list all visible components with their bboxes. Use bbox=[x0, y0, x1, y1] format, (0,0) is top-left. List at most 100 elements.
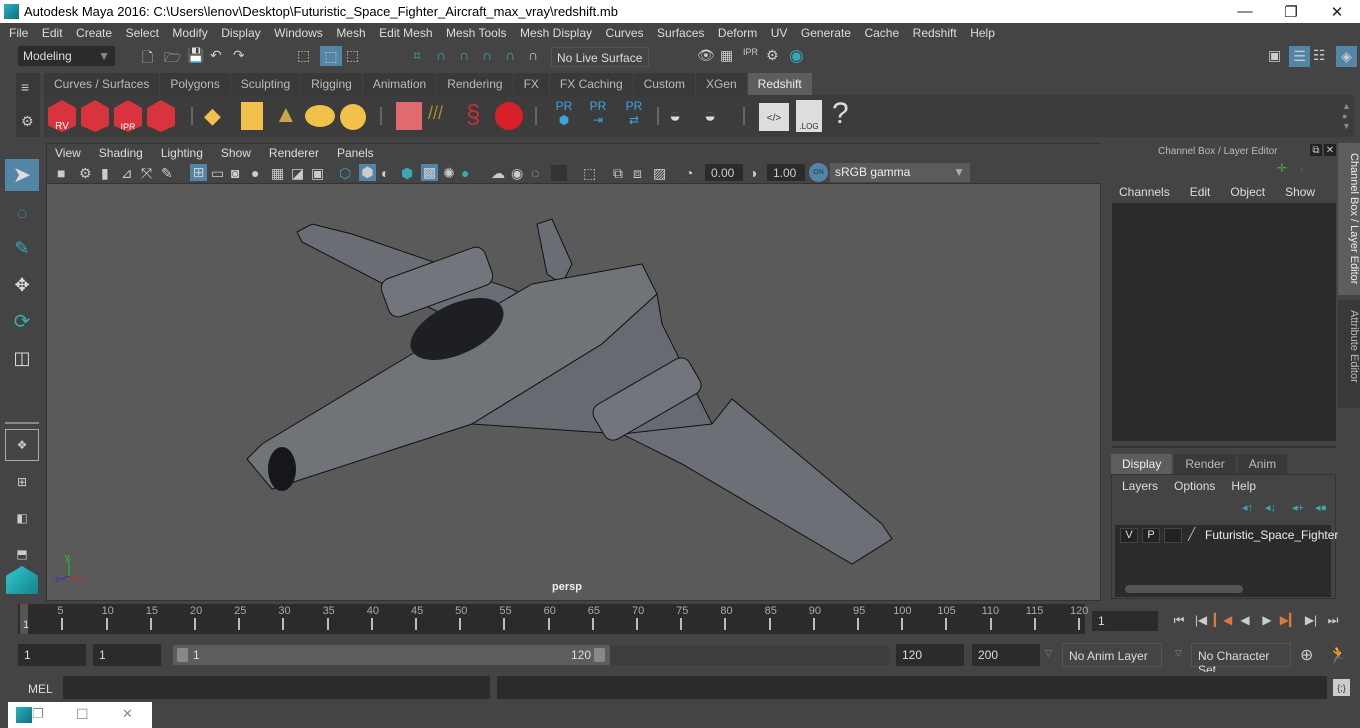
render-settings-icon[interactable]: ⚙ bbox=[766, 47, 779, 64]
redshift-batch-render-icon[interactable] bbox=[81, 100, 109, 132]
camera-icon[interactable]: ■ bbox=[57, 165, 65, 181]
layer-tab-display[interactable]: Display bbox=[1111, 454, 1173, 474]
viewport-menu-panels[interactable]: Panels bbox=[337, 146, 374, 160]
spot-light-icon[interactable]: ▲ bbox=[274, 101, 298, 129]
paint-select-tool-icon[interactable]: ✎ bbox=[5, 232, 39, 264]
bake-icon[interactable]: ◒ bbox=[704, 105, 716, 128]
viewport-panel[interactable]: View Shading Lighting Show Renderer Panels ■ … bbox=[46, 143, 1102, 601]
modeling-toolkit-icon[interactable]: ▣ bbox=[1268, 47, 1281, 64]
layer-playback-toggle[interactable]: P bbox=[1142, 528, 1160, 543]
tab-redshift[interactable]: Redshift bbox=[747, 73, 812, 95]
select-hierarchy-icon[interactable]: ⬚ bbox=[297, 47, 310, 64]
proxy-cube-icon[interactable] bbox=[396, 102, 422, 130]
new-layer-selected-icon[interactable]: ◂● bbox=[1315, 501, 1327, 514]
layer-display-type-toggle[interactable] bbox=[1164, 528, 1182, 543]
menu-edit[interactable]: Edit bbox=[42, 26, 63, 40]
manipulator-icon[interactable]: ✛ bbox=[1277, 161, 1287, 175]
render-frame-icon[interactable]: ▦ bbox=[720, 47, 733, 64]
viewport-menu-renderer[interactable]: Renderer bbox=[269, 146, 319, 160]
sun-sky-icon[interactable] bbox=[340, 104, 366, 130]
isolate-select-icon[interactable]: ⬚ bbox=[583, 165, 596, 182]
start-time-field[interactable]: 1 bbox=[18, 644, 86, 666]
viewport-menu-view[interactable]: View bbox=[55, 146, 81, 160]
hypershade-icon[interactable]: ◉ bbox=[789, 46, 804, 66]
menu-windows[interactable]: Windows bbox=[274, 26, 323, 40]
move-layer-down-icon[interactable]: ◂↓ bbox=[1265, 501, 1276, 514]
live-surface-field[interactable]: No Live Surface bbox=[551, 47, 649, 67]
screen-space-ao-icon[interactable]: ☁ bbox=[491, 165, 505, 182]
tab-rendering[interactable]: Rendering bbox=[437, 73, 513, 95]
menu-select[interactable]: Select bbox=[126, 26, 159, 40]
smooth-shade-icon[interactable]: ⬢ bbox=[359, 164, 376, 181]
shelf-menu-icon[interactable]: ≡ bbox=[21, 79, 29, 95]
resolution-gate-icon[interactable]: ◙ bbox=[231, 165, 239, 181]
textured-icon[interactable]: ▩ bbox=[421, 164, 438, 181]
field-chart-icon[interactable]: ▦ bbox=[271, 165, 284, 182]
spaceship-model[interactable] bbox=[242, 204, 902, 584]
single-pane-layout-icon[interactable]: ❖ bbox=[5, 429, 39, 461]
rotate-tool-icon[interactable]: ⟳ bbox=[5, 305, 39, 337]
end-time-field[interactable]: 200 bbox=[972, 644, 1040, 666]
pr-export-icon[interactable]: PR ⇥ bbox=[586, 99, 610, 127]
new-layer-icon[interactable]: ◂+ bbox=[1292, 501, 1304, 514]
menu-redshift[interactable]: Redshift bbox=[913, 26, 957, 40]
wireframe-icon[interactable]: ⬡ bbox=[339, 165, 351, 182]
current-frame-field[interactable]: 1 bbox=[1092, 611, 1158, 631]
maximize-button[interactable]: ☐ bbox=[76, 706, 89, 723]
shadows-icon[interactable]: ● bbox=[461, 165, 469, 181]
maximize-button[interactable]: ❐ bbox=[1268, 0, 1314, 23]
snap-curve-icon[interactable]: ∩ bbox=[436, 47, 446, 63]
menu-curves[interactable]: Curves bbox=[606, 26, 644, 40]
auto-key-icon[interactable]: ⊕ bbox=[1300, 645, 1313, 665]
layer-tab-render[interactable]: Render bbox=[1174, 454, 1236, 474]
menu-create[interactable]: Create bbox=[76, 26, 112, 40]
select-component-icon[interactable]: ⬚ bbox=[346, 47, 359, 64]
tab-animation[interactable]: Animation bbox=[362, 73, 437, 95]
tab-xgen[interactable]: XGen bbox=[695, 73, 747, 95]
pr-swap-icon[interactable]: PR ⇄ bbox=[620, 99, 648, 127]
menu-mesh-display[interactable]: Mesh Display bbox=[520, 26, 592, 40]
xray-joints-icon[interactable]: ⧉ bbox=[613, 165, 623, 182]
new-scene-icon[interactable]: 🗋 bbox=[142, 47, 153, 71]
step-forward-frame-icon[interactable]: ▶▎ bbox=[1278, 610, 1300, 630]
render-view-icon[interactable]: 👁 bbox=[697, 47, 715, 64]
range-slider[interactable]: 1 120 bbox=[173, 645, 610, 665]
color-space-dropdown[interactable]: sRGB gamma ▼ bbox=[830, 163, 970, 182]
play-forward-icon[interactable]: ▶ bbox=[1256, 610, 1278, 630]
snap-surface-icon[interactable]: ∩ bbox=[528, 47, 538, 63]
channel-box-toggle-icon[interactable]: ◈ bbox=[1336, 46, 1357, 67]
layer-menu-layers[interactable]: Layers bbox=[1122, 479, 1158, 493]
2d-pan-zoom-icon[interactable]: ⤧ bbox=[141, 165, 152, 182]
menu-help[interactable]: Help bbox=[970, 26, 995, 40]
menu-uv[interactable]: UV bbox=[771, 26, 788, 40]
other-layout-icon[interactable]: ⬒ bbox=[5, 538, 39, 570]
go-to-end-icon[interactable]: ⏭ bbox=[1322, 610, 1344, 630]
viewport-menu-show[interactable]: Show bbox=[221, 146, 251, 160]
shelf-settings-icon[interactable]: ⚙ bbox=[21, 113, 34, 130]
playback-start-field[interactable]: 1 bbox=[93, 644, 161, 666]
tab-fx-caching[interactable]: FX Caching bbox=[549, 73, 633, 95]
layer-tab-anim[interactable]: Anim bbox=[1237, 454, 1288, 474]
sync-icon[interactable]: ◐ bbox=[1299, 161, 1307, 176]
menu-display[interactable]: Display bbox=[221, 26, 260, 40]
snap-view-plane-icon[interactable]: ∩ bbox=[482, 47, 492, 63]
panel-splitter[interactable] bbox=[1112, 446, 1336, 448]
select-tool-icon[interactable]: ➤ bbox=[5, 159, 39, 191]
tab-rigging[interactable]: Rigging bbox=[301, 73, 362, 95]
undo-icon[interactable]: ↶ bbox=[210, 47, 222, 64]
layer-menu-options[interactable]: Options bbox=[1174, 479, 1215, 493]
depth-of-field-icon[interactable] bbox=[551, 165, 567, 181]
close-button[interactable]: ✕ bbox=[122, 706, 133, 722]
hair-icon[interactable]: /// bbox=[428, 103, 443, 124]
move-layer-up-icon[interactable]: ◂↑ bbox=[1242, 501, 1253, 514]
tab-custom[interactable]: Custom bbox=[633, 73, 695, 95]
snap-live-icon[interactable]: ∩ bbox=[505, 47, 515, 63]
safe-action-icon[interactable]: ◪ bbox=[291, 165, 304, 182]
step-back-key-icon[interactable]: |◀ bbox=[1190, 610, 1212, 630]
gamma-icon[interactable]: ◑ bbox=[749, 165, 757, 181]
move-tool-icon[interactable]: ✥ bbox=[5, 269, 39, 301]
redo-icon[interactable]: ↷ bbox=[233, 47, 245, 64]
tab-channel-box[interactable]: Channel Box / Layer Editor bbox=[1338, 143, 1360, 295]
menu-edit-mesh[interactable]: Edit Mesh bbox=[379, 26, 432, 40]
area-light-icon[interactable] bbox=[241, 102, 263, 130]
